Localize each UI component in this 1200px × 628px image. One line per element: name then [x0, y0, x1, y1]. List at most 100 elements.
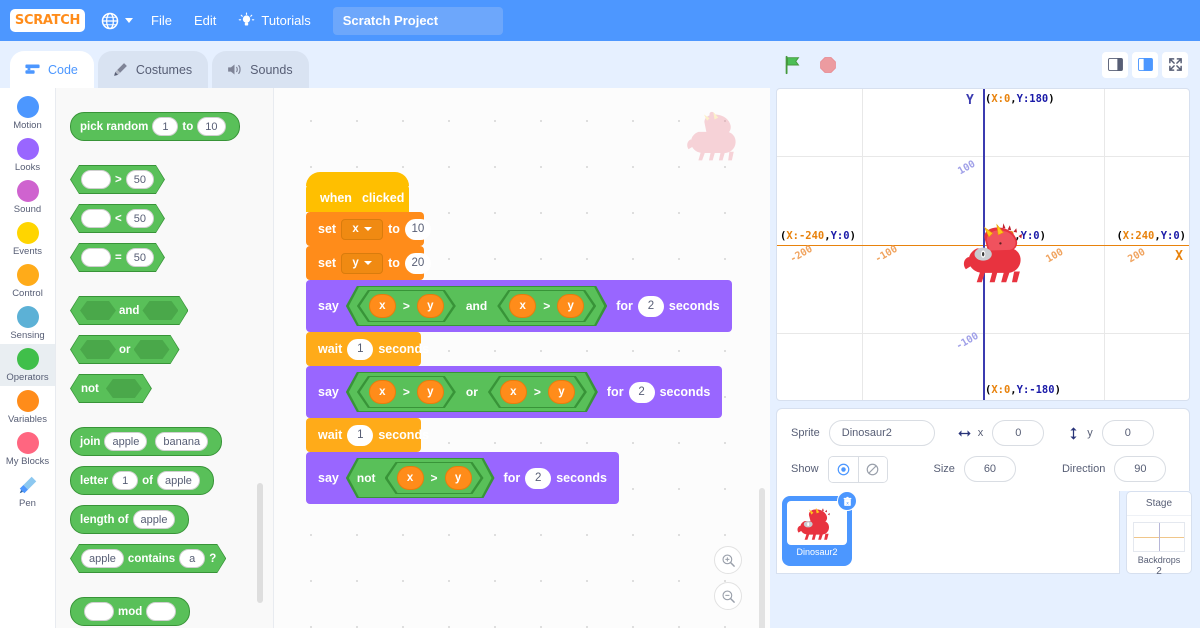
category-sensing[interactable]: Sensing [0, 302, 55, 344]
say-and-seconds[interactable]: 2 [637, 295, 664, 317]
stage[interactable]: Y X (X:0,Y:180) (X:0,Y:-180) (X:-240,Y:0… [776, 88, 1190, 401]
palette-block-letter-of[interactable]: letter 1 of apple [70, 466, 240, 495]
eq-right-operand[interactable]: 50 [126, 248, 154, 267]
set-x-value[interactable]: 10 [404, 218, 431, 240]
tab-sounds[interactable]: Sounds [212, 51, 309, 88]
or-left-slot[interactable] [80, 340, 116, 359]
code-canvas[interactable]: when clicked set x to 10 set y to 20 say… [274, 88, 770, 628]
or-right-var-a[interactable]: x [500, 380, 527, 404]
category-my-blocks[interactable]: My Blocks [0, 428, 55, 470]
join-operand-a[interactable]: apple [104, 432, 148, 451]
script-stack[interactable]: when clicked set x to 10 set y to 20 say… [306, 172, 732, 504]
small-stage-button[interactable] [1102, 51, 1128, 78]
palette-block-or[interactable]: or [70, 335, 240, 364]
category-variables[interactable]: Variables [0, 386, 55, 428]
letter-text[interactable]: apple [156, 471, 200, 490]
letter-index[interactable]: 1 [112, 471, 139, 490]
not-inner-var-a[interactable]: x [397, 466, 424, 490]
or-left-var-b[interactable]: y [417, 380, 444, 404]
delete-sprite-button[interactable]: x [837, 491, 857, 511]
show-hidden-button[interactable] [857, 456, 887, 482]
operator-and[interactable]: x > y and x > y [346, 286, 607, 326]
operator-or[interactable]: x > y or x > y [346, 372, 598, 412]
category-motion[interactable]: Motion [0, 92, 55, 134]
palette-block-mod[interactable]: mod [70, 597, 240, 626]
block-wait-1[interactable]: wait 1 seconds [306, 332, 732, 366]
tab-code[interactable]: Code [10, 51, 94, 88]
set-x-variable-dropdown[interactable]: x [341, 218, 384, 240]
block-when-flag-clicked[interactable]: when clicked [306, 172, 732, 212]
large-stage-button[interactable] [1132, 51, 1158, 78]
or-right-slot[interactable] [134, 340, 170, 359]
zoom-in-button[interactable] [714, 546, 742, 574]
and-right-var-b[interactable]: y [557, 294, 584, 318]
set-y-variable-dropdown[interactable]: y [341, 252, 384, 274]
mod-left-operand[interactable] [84, 602, 114, 621]
palette-block-join[interactable]: join apple banana [70, 427, 240, 456]
sprite-y-input[interactable]: 0 [1101, 420, 1154, 446]
palette-block-contains[interactable]: apple contains a ? [70, 544, 240, 573]
block-palette[interactable]: pick random 1 to 10 > 50 < 50 = 50 and o… [56, 88, 274, 628]
stop-icon[interactable] [818, 55, 838, 75]
and-left-slot[interactable] [80, 301, 116, 320]
and-right-slot[interactable] [142, 301, 178, 320]
category-events[interactable]: Events [0, 218, 55, 260]
sprite-name-input[interactable]: Dinosaur2 [828, 420, 935, 446]
pick-random-from[interactable]: 1 [152, 117, 179, 136]
palette-block-less-than[interactable]: < 50 [70, 204, 240, 233]
category-looks[interactable]: Looks [0, 134, 55, 176]
scratch-logo[interactable]: SCRATCH [10, 9, 85, 32]
not-inner-var-b[interactable]: y [445, 466, 472, 490]
and-left-var-b[interactable]: y [417, 294, 444, 318]
project-title-input[interactable]: Scratch Project [332, 6, 503, 35]
block-say-or[interactable]: say x > y or x > y for 2 seconds [306, 366, 732, 418]
set-y-value[interactable]: 20 [404, 252, 431, 274]
mod-right-operand[interactable] [146, 602, 177, 621]
sprite-size-input[interactable]: 60 [963, 456, 1016, 482]
block-wait-2[interactable]: wait 1 seconds [306, 418, 732, 452]
lt-left-operand[interactable] [81, 209, 111, 228]
palette-block-length-of[interactable]: length of apple [70, 505, 240, 534]
fullscreen-button[interactable] [1162, 51, 1188, 78]
menu-item-tutorials[interactable]: Tutorials [238, 12, 311, 29]
or-right-var-b[interactable]: y [548, 380, 575, 404]
palette-block-pick-random[interactable]: pick random 1 to 10 [70, 112, 240, 141]
zoom-out-button[interactable] [714, 582, 742, 610]
gt-left-operand[interactable] [81, 170, 111, 189]
wait-2-value[interactable]: 1 [347, 424, 374, 446]
menu-item-edit[interactable]: Edit [194, 13, 216, 28]
contains-haystack[interactable]: apple [81, 549, 124, 568]
say-not-seconds[interactable]: 2 [525, 467, 552, 489]
block-say-not[interactable]: say not x > y for 2 seconds [306, 452, 732, 504]
say-or-seconds[interactable]: 2 [628, 381, 655, 403]
menu-item-file[interactable]: File [151, 13, 172, 28]
palette-scrollbar[interactable] [257, 483, 263, 603]
block-say-and[interactable]: say x > y and x > y for 2 seconds [306, 280, 732, 332]
sprite-direction-input[interactable]: 90 [1114, 456, 1167, 482]
dinosaur-sprite[interactable] [963, 216, 1035, 288]
tab-costumes[interactable]: Costumes [97, 51, 209, 88]
green-flag-icon[interactable] [782, 54, 804, 76]
block-set-x[interactable]: set x to 10 [306, 212, 732, 246]
block-set-y[interactable]: set y to 20 [306, 246, 732, 280]
canvas-scrollbar[interactable] [759, 488, 765, 628]
language-selector[interactable] [101, 12, 133, 30]
contains-needle[interactable]: a [179, 549, 205, 568]
palette-block-equals[interactable]: = 50 [70, 243, 240, 272]
operator-not[interactable]: not x > y [346, 458, 495, 498]
length-of-text[interactable]: apple [132, 510, 176, 529]
sprite-show-toggle[interactable] [827, 455, 888, 483]
gt-right-operand[interactable]: 50 [126, 170, 154, 189]
category-sound[interactable]: Sound [0, 176, 55, 218]
not-slot[interactable] [106, 379, 142, 398]
sprite-card-dinosaur2[interactable]: x Dinosaur2 [784, 491, 857, 564]
and-right-var-a[interactable]: x [509, 294, 536, 318]
palette-block-not[interactable]: not [70, 374, 240, 403]
category-operators[interactable]: Operators [0, 344, 55, 386]
palette-block-greater-than[interactable]: > 50 [70, 165, 240, 194]
show-visible-button[interactable] [828, 456, 858, 482]
eq-left-operand[interactable] [81, 248, 111, 267]
category-control[interactable]: Control [0, 260, 55, 302]
sprite-x-input[interactable]: 0 [992, 420, 1045, 446]
category-pen[interactable]: Pen [0, 470, 55, 512]
